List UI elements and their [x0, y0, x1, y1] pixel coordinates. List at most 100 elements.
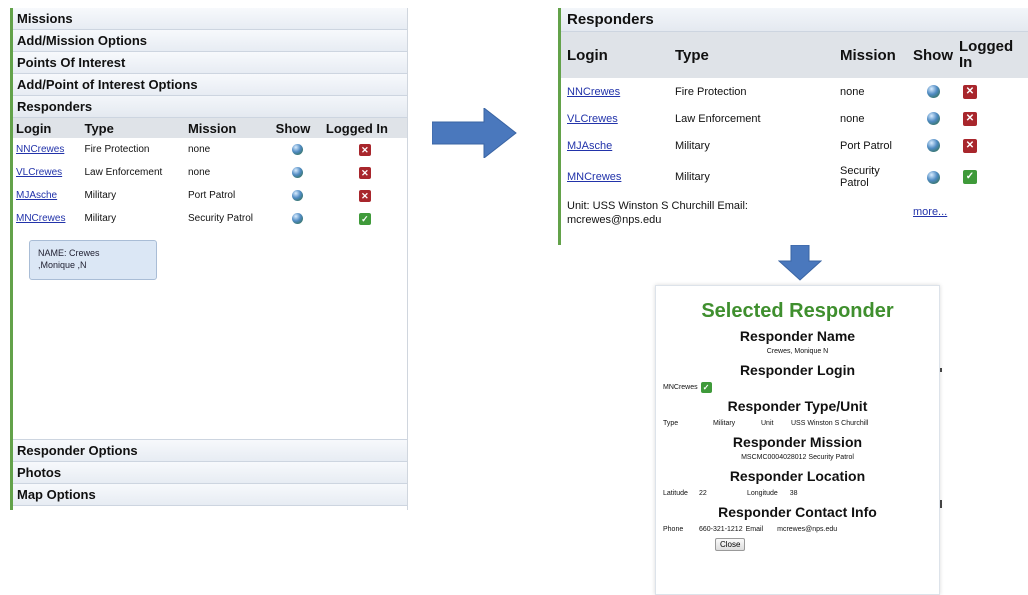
login-link[interactable]: MNCrewes	[16, 213, 65, 224]
mission-value: MSCMC0004028012 Security Patrol	[741, 454, 854, 461]
table-row: MJAsche Military Port Patrol ✕	[561, 132, 1028, 159]
mission-cell: none	[840, 85, 865, 98]
login-link[interactable]: MJAsche	[16, 190, 57, 201]
right-arrow-icon	[432, 108, 517, 158]
column-logged-in[interactable]: Logged In	[322, 118, 407, 138]
accordion-add-mission-options[interactable]: Add/Mission Options	[13, 30, 407, 52]
column-logged-label: Logged	[959, 38, 1014, 55]
column-login[interactable]: Login	[13, 118, 82, 138]
unit-label: Unit	[761, 419, 774, 427]
login-row: MNCrewes ✓	[656, 380, 939, 394]
type-label: Type	[663, 419, 679, 427]
dialog-title: Selected Responder	[701, 300, 894, 322]
type-cell: Fire Protection	[675, 85, 747, 98]
type-cell: Military	[84, 190, 117, 201]
latitude-value: 22	[699, 489, 707, 497]
email-label: Email	[745, 525, 764, 533]
login-link[interactable]: VLCrewes	[567, 113, 618, 125]
red-x-icon: ✕	[963, 111, 977, 126]
globe-icon[interactable]	[926, 139, 940, 152]
mission-heading: Responder Mission	[732, 434, 863, 450]
login-link[interactable]: NNCrewes	[567, 86, 620, 98]
globe-icon[interactable]	[292, 143, 304, 155]
tooltip-line: NAME: Crewes	[38, 248, 100, 258]
accordion-add-poi-options[interactable]: Add/Point of Interest Options	[13, 74, 407, 96]
type-cell: Law Enforcement	[675, 112, 761, 125]
red-x-icon: ✕	[963, 84, 977, 99]
column-show[interactable]: Show	[909, 32, 957, 78]
mission-cell: none	[187, 167, 211, 178]
down-arrow-icon	[778, 245, 822, 281]
close-button[interactable]: Close	[715, 538, 746, 551]
column-login[interactable]: Login	[561, 32, 669, 78]
login-link[interactable]: NNCrewes	[16, 144, 64, 155]
type-unit-row: Type Military Unit USS Winston S Churchi…	[656, 416, 939, 430]
mission-cell: Security Patrol	[187, 213, 253, 224]
panel-title[interactable]: Responders	[561, 8, 1028, 32]
phone-label: Phone	[663, 525, 684, 533]
mission-cell: Security Patrol	[834, 159, 909, 195]
column-show[interactable]: Show	[272, 118, 323, 138]
name-heading: Responder Name	[739, 328, 856, 344]
accordion-responders[interactable]: Responders	[13, 96, 407, 118]
mission-cell: none	[840, 112, 865, 125]
login-value: MNCrewes	[663, 383, 698, 391]
table-row: MJAsche Military Port Patrol ✕	[13, 184, 407, 207]
mission-cell: none	[187, 144, 211, 155]
table-row: NNCrewes Fire Protection none ✕	[561, 78, 1028, 105]
column-logged-in[interactable]: Logged In	[957, 32, 1028, 78]
accordion-photos[interactable]: Photos	[13, 462, 407, 484]
column-type[interactable]: Type	[669, 32, 834, 78]
tooltip-line: ,Monique ,N	[38, 260, 87, 270]
globe-icon[interactable]	[926, 170, 940, 184]
globe-icon[interactable]	[292, 212, 304, 224]
location-heading: Responder Location	[729, 468, 866, 484]
globe-icon[interactable]	[292, 189, 304, 201]
green-check-icon: ✓	[700, 381, 712, 393]
mission-cell: Port Patrol	[840, 139, 892, 152]
login-heading: Responder Login	[739, 362, 856, 378]
table-row: VLCrewes Law Enforcement none ✕	[13, 161, 407, 184]
location-row: Latitude 22 Longitude 38	[656, 486, 939, 500]
accordion-map-options[interactable]: Map Options	[13, 484, 407, 506]
email-value: mcrewes@nps.edu	[777, 525, 838, 533]
responders-table-zoomed: Login Type Mission Show Logged In NNCrew…	[561, 32, 1028, 195]
contact-heading: Responder Contact Info	[718, 504, 877, 520]
name-value: Crewes, Monique N	[766, 348, 829, 355]
longitude-value: 38	[789, 489, 798, 497]
column-in-label: In	[959, 54, 973, 71]
globe-icon[interactable]	[292, 166, 304, 178]
red-x-icon: ✕	[358, 143, 371, 156]
responders-section: Login Type Mission Show Logged In NNCrew…	[13, 118, 407, 440]
responders-panel-zoomed: Responders Login Type Mission Show Logge…	[558, 8, 1028, 245]
globe-icon[interactable]	[926, 85, 940, 98]
selected-responder-dialog: Selected Responder Responder Name Crewes…	[655, 285, 940, 595]
phone-value: 660-321-1212	[699, 525, 743, 533]
type-unit-heading: Responder Type/Unit	[727, 398, 868, 414]
type-value: Military	[713, 419, 736, 427]
mission-line: Patrol	[840, 177, 869, 189]
column-mission[interactable]: Mission	[834, 32, 909, 78]
red-x-icon: ✕	[358, 166, 371, 179]
latitude-label: Latitude	[663, 489, 688, 497]
globe-icon[interactable]	[926, 112, 940, 125]
table-row: MNCrewes Military Security Patrol ✓	[13, 207, 407, 230]
table-row: MNCrewes Military Security Patrol ✓	[561, 159, 1028, 195]
contact-row: Phone 660-321-1212 Email mcrewes@nps.edu	[656, 522, 939, 536]
type-cell: Military	[84, 213, 117, 224]
accordion-points-of-interest[interactable]: Points Of Interest	[13, 52, 407, 74]
login-link[interactable]: VLCrewes	[16, 167, 62, 178]
more-link[interactable]: more...	[913, 205, 947, 219]
column-mission[interactable]: Mission	[184, 118, 273, 138]
longitude-label: Longitude	[747, 489, 778, 497]
edge-mark	[940, 368, 942, 372]
login-link[interactable]: MJAsche	[567, 140, 612, 152]
type-cell: Military	[675, 171, 710, 183]
login-link[interactable]: MNCrewes	[567, 171, 621, 183]
mission-line: Security	[840, 165, 880, 177]
green-check-icon: ✓	[963, 170, 977, 184]
column-type[interactable]: Type	[81, 118, 185, 138]
accordion-responder-options[interactable]: Responder Options	[13, 440, 407, 462]
type-cell: Military	[675, 139, 710, 152]
accordion-missions[interactable]: Missions	[13, 8, 407, 30]
